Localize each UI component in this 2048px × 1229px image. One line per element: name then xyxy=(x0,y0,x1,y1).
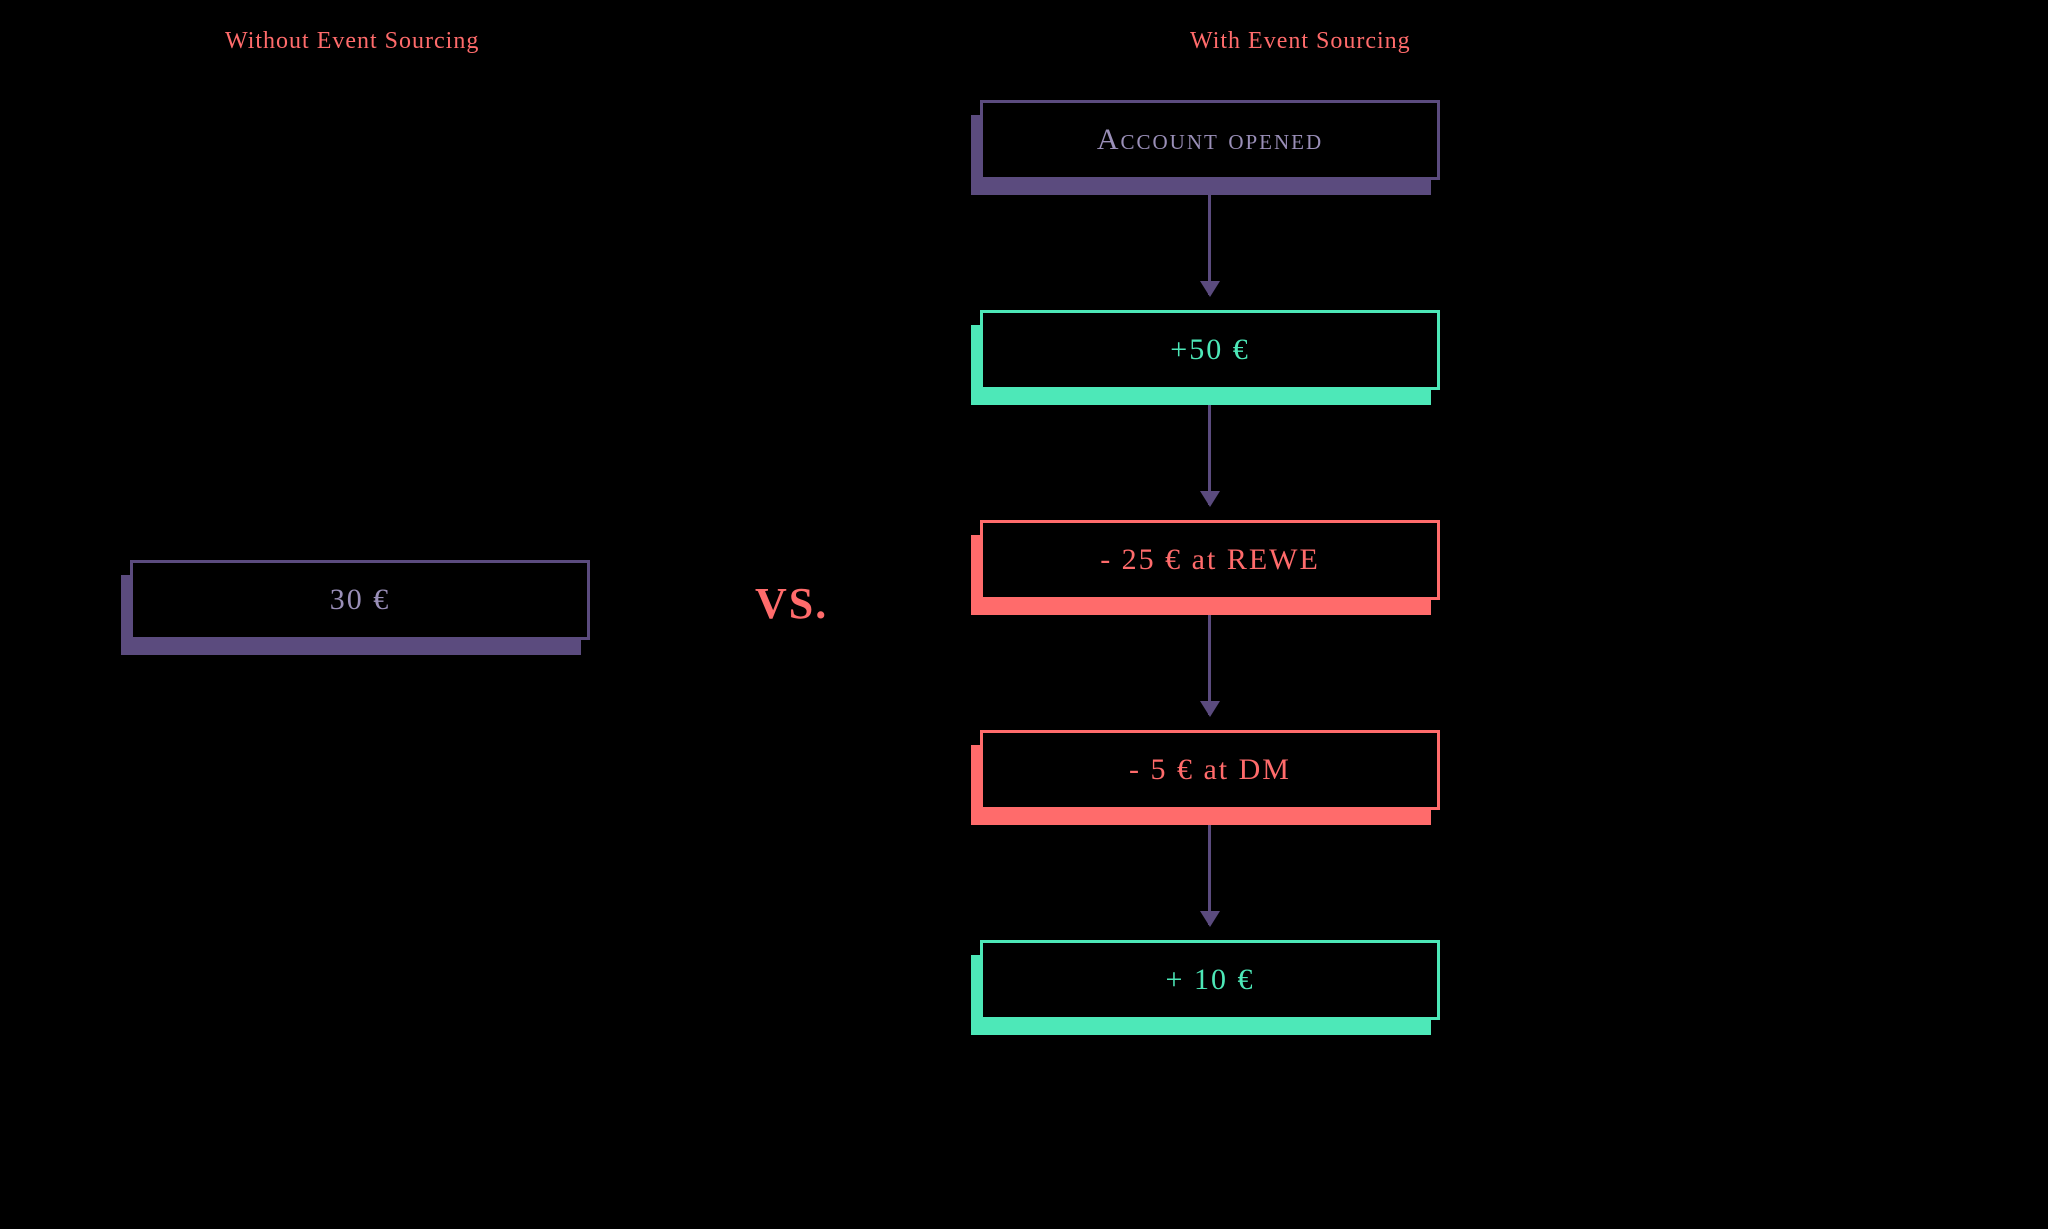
event-box-deposit2: + 10 € xyxy=(980,940,1440,1020)
event-box-deposit1: +50 € xyxy=(980,310,1440,390)
event-box-spend1: - 25 € at REWE xyxy=(980,520,1440,600)
event-spend2-label: - 5 € at DM xyxy=(1129,753,1291,787)
event-deposit1-label: +50 € xyxy=(1170,333,1249,367)
arrow-3 xyxy=(1208,615,1211,715)
arrow-1 xyxy=(1208,195,1211,295)
arrow-4 xyxy=(1208,825,1211,925)
vs-label: VS. xyxy=(755,578,828,629)
event-spend1-label: - 25 € at REWE xyxy=(1100,543,1320,577)
title-left: Without Event Sourcing xyxy=(225,28,479,55)
left-balance-box: 30 € xyxy=(130,560,590,640)
event-opened-label: Account opened xyxy=(1097,123,1323,157)
event-box-spend2: - 5 € at DM xyxy=(980,730,1440,810)
left-balance-value: 30 € xyxy=(330,583,391,617)
event-deposit2-label: + 10 € xyxy=(1166,963,1255,997)
event-box-opened: Account opened xyxy=(980,100,1440,180)
title-right: With Event Sourcing xyxy=(1190,28,1411,55)
arrow-2 xyxy=(1208,405,1211,505)
